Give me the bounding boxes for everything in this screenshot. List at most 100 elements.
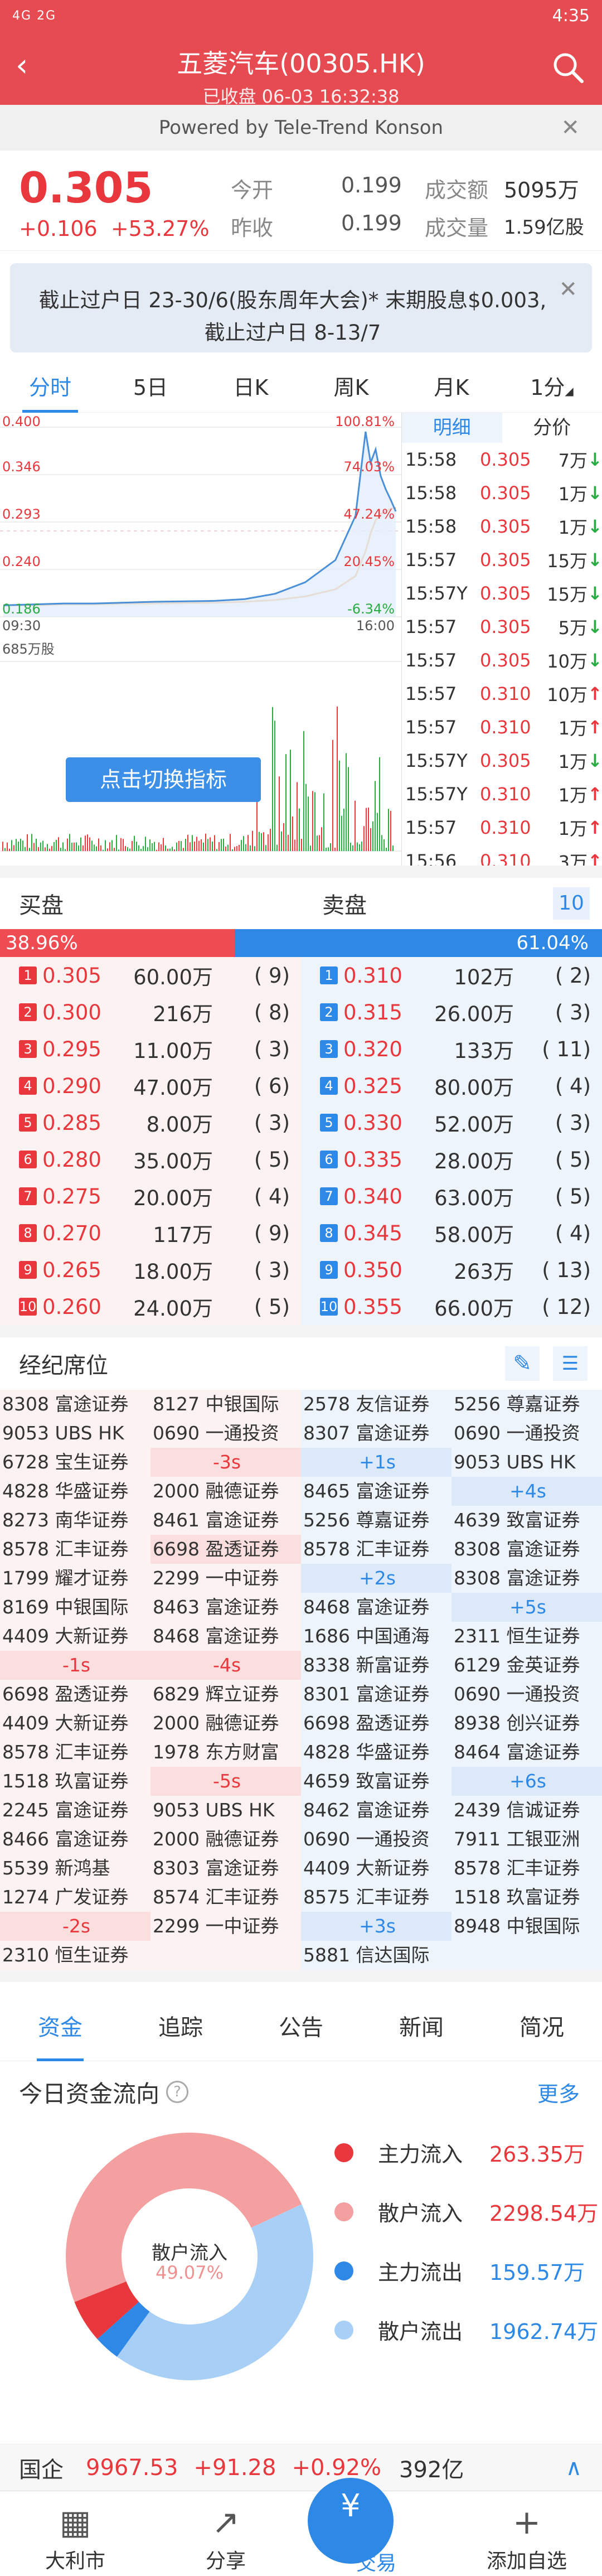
broker-entry[interactable]: 8127 中银国际 [151, 1390, 301, 1419]
broker-entry[interactable]: 6829 辉立证券 [151, 1680, 301, 1709]
broker-entry[interactable]: 5539 新鸿基 [0, 1854, 151, 1883]
tab-profile[interactable]: 简况 [482, 1994, 602, 2061]
tab-tick-detail[interactable]: 明细 [402, 413, 502, 443]
close-icon[interactable]: ✕ [561, 105, 580, 151]
back-arrow-icon[interactable]: ‹ [16, 50, 28, 81]
tab-capital[interactable]: 资金 [0, 1994, 120, 2061]
broker-entry[interactable]: 8462 富途证券 [301, 1796, 452, 1825]
tab-news[interactable]: 新闻 [361, 1994, 482, 2061]
broker-entry[interactable]: 8273 南华证券 [0, 1506, 151, 1535]
tab-tracking[interactable]: 追踪 [120, 1994, 241, 2061]
broker-entry[interactable]: 2310 恒生证券 [0, 1941, 151, 1970]
broker-entry[interactable]: 4659 致富证券 [301, 1767, 452, 1796]
layout-toggle-icon[interactable]: ☰ [553, 1346, 588, 1381]
broker-entry[interactable]: 8578 汇丰证券 [0, 1738, 151, 1767]
broker-entry[interactable]: 8308 富途证券 [452, 1564, 602, 1593]
broker-entry[interactable]: 8578 汇丰证券 [301, 1535, 452, 1564]
nav-share[interactable]: ↗ 分享 [151, 2491, 301, 2573]
tab-weekly[interactable]: 周K [301, 363, 401, 413]
broker-entry[interactable]: 6698 盈透证券 [151, 1535, 301, 1564]
broker-entry[interactable]: 8575 汇丰证券 [301, 1883, 452, 1912]
broker-entry[interactable]: 7911 工银亚洲 [452, 1825, 602, 1854]
broker-entry[interactable]: 8938 创兴证券 [452, 1709, 602, 1738]
broker-entry[interactable]: 0690 一通投资 [452, 1680, 602, 1709]
broker-entry[interactable]: 0690 一通投资 [301, 1825, 452, 1854]
broker-entry[interactable]: 5256 尊嘉证券 [452, 1390, 602, 1419]
broker-entry[interactable]: 8468 富途证券 [301, 1593, 452, 1622]
broker-entry[interactable]: 2311 恒生证券 [452, 1622, 602, 1651]
broker-entry[interactable]: 8308 富途证券 [452, 1535, 602, 1564]
broker-entry[interactable]: 1686 中国通海 [301, 1622, 452, 1651]
tab-5day[interactable]: 5日 [100, 363, 201, 413]
broker-entry[interactable]: 0690 一通投资 [452, 1419, 602, 1448]
broker-entry[interactable] [452, 1941, 602, 1970]
broker-entry[interactable]: 8338 新富证券 [301, 1651, 452, 1680]
broker-entry[interactable]: 4828 华盛证券 [0, 1477, 151, 1506]
broker-entry[interactable]: 9053 UBS HK [452, 1448, 602, 1477]
broker-entry[interactable]: 8463 富途证券 [151, 1593, 301, 1622]
broker-entry[interactable]: 8466 富途证券 [0, 1825, 151, 1854]
broker-entry[interactable]: 6129 金英证券 [452, 1651, 602, 1680]
broker-entry[interactable]: 8303 富途证券 [151, 1854, 301, 1883]
tab-daily[interactable]: 日K [201, 363, 301, 413]
close-icon[interactable]: ✕ [559, 273, 577, 306]
tab-monthly[interactable]: 月K [401, 363, 502, 413]
broker-entry[interactable]: 1799 耀才证券 [0, 1564, 151, 1593]
more-link[interactable]: 更多 [537, 2077, 580, 2108]
tab-announcements[interactable]: 公告 [241, 1994, 361, 2061]
broker-entry[interactable]: 6698 盈透证券 [0, 1680, 151, 1709]
broker-entry[interactable]: 8307 富途证券 [301, 1419, 452, 1448]
edit-icon[interactable]: ✎ [505, 1346, 540, 1381]
broker-entry[interactable]: 4409 大新证券 [301, 1854, 452, 1883]
nav-add-watchlist[interactable]: + 添加自选 [452, 2491, 602, 2573]
search-icon[interactable] [551, 50, 585, 87]
broker-entry[interactable]: 8461 富途证券 [151, 1506, 301, 1535]
broker-entry[interactable]: 8578 汇丰证券 [452, 1854, 602, 1883]
tab-1min[interactable]: 1分◢ [502, 363, 602, 413]
broker-entry[interactable]: 6728 宝生证券 [0, 1448, 151, 1477]
broker-entry[interactable]: 1274 广发证券 [0, 1883, 151, 1912]
help-icon[interactable]: ? [166, 2081, 188, 2103]
broker-entry[interactable]: 1518 玖富证券 [452, 1883, 602, 1912]
broker-entry[interactable]: 2000 融德证券 [151, 1709, 301, 1738]
broker-entry[interactable]: 4409 大新证券 [0, 1709, 151, 1738]
broker-entry[interactable]: 8301 富途证券 [301, 1680, 452, 1709]
broker-entry[interactable]: 2299 一中证券 [151, 1912, 301, 1941]
depth-selector[interactable]: 10 [553, 887, 590, 920]
broker-entry[interactable]: 4639 致富证券 [452, 1506, 602, 1535]
dividend-notice[interactable]: 截止过户日 23-30/6(股东周年大会)* 末期股息$0.003,截止过户日 … [10, 263, 592, 352]
broker-entry[interactable]: 9053 UBS HK [151, 1796, 301, 1825]
nav-trade[interactable]: ¥ 交易 [301, 2491, 452, 2573]
index-ticker[interactable]: 国企 9967.53 +91.28 +0.92% 392亿 ∧ [0, 2444, 602, 2491]
broker-entry[interactable]: 5881 信达国际 [301, 1941, 452, 1970]
broker-entry[interactable]: 2439 信诚证券 [452, 1796, 602, 1825]
broker-entry[interactable]: 8574 汇丰证券 [151, 1883, 301, 1912]
broker-entry[interactable]: 2000 融德证券 [151, 1477, 301, 1506]
broker-entry[interactable]: 1518 玖富证券 [0, 1767, 151, 1796]
broker-entry[interactable] [151, 1941, 301, 1970]
tab-tick-price[interactable]: 分价 [502, 413, 602, 443]
broker-entry[interactable]: 4828 华盛证券 [301, 1738, 452, 1767]
broker-entry[interactable]: 8308 富途证券 [0, 1390, 151, 1419]
broker-entry[interactable]: 9053 UBS HK [0, 1419, 151, 1448]
broker-entry[interactable]: 2299 一中证券 [151, 1564, 301, 1593]
nav-home[interactable]: ▦ 大利市 [0, 2491, 151, 2573]
broker-entry[interactable]: 2245 富途证券 [0, 1796, 151, 1825]
broker-entry[interactable]: 4409 大新证券 [0, 1622, 151, 1651]
broker-entry[interactable]: 8578 汇丰证券 [0, 1535, 151, 1564]
broker-entry[interactable]: 5256 尊嘉证券 [301, 1506, 452, 1535]
broker-entry[interactable]: 6698 盈透证券 [301, 1709, 452, 1738]
broker-entry[interactable]: 8948 中银国际 [452, 1912, 602, 1941]
broker-entry[interactable]: 1978 东方财富 [151, 1738, 301, 1767]
broker-entry[interactable]: 2000 融德证券 [151, 1825, 301, 1854]
broker-entry[interactable]: 8468 富途证券 [151, 1622, 301, 1651]
broker-entry[interactable]: 8464 富途证券 [452, 1738, 602, 1767]
broker-entry[interactable]: 8169 中银国际 [0, 1593, 151, 1622]
volume-bar [339, 761, 340, 851]
tab-intraday[interactable]: 分时 [0, 363, 100, 413]
broker-entry[interactable]: 2578 友信证券 [301, 1390, 452, 1419]
broker-entry[interactable]: 8465 富途证券 [301, 1477, 452, 1506]
broker-entry[interactable]: 0690 一通投资 [151, 1419, 301, 1448]
switch-indicator-button[interactable]: 点击切换指标 [66, 757, 261, 802]
chevron-up-icon[interactable]: ∧ [566, 2455, 582, 2481]
